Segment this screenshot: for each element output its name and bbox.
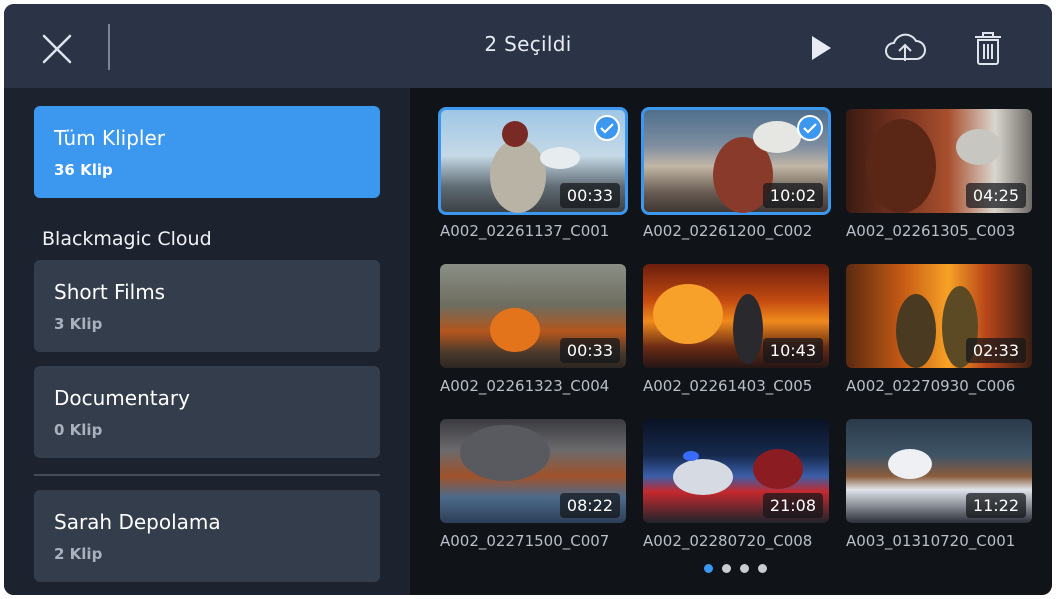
sidebar-item-count: 0 Klip xyxy=(54,421,103,439)
sidebar-item-label: Documentary xyxy=(54,386,190,410)
sidebar-item-count: 3 Klip xyxy=(54,315,103,333)
page-dot[interactable] xyxy=(704,564,713,573)
clip-thumbnail: 21:08 xyxy=(643,419,829,523)
sidebar-item-all-clips[interactable]: Tüm Klipler 36 Klip xyxy=(34,106,380,198)
clip-name: A003_01310720_C001 xyxy=(846,532,1016,550)
clip-duration: 02:33 xyxy=(965,338,1026,363)
clip-name: A002_02261137_C001 xyxy=(440,222,610,240)
sidebar-item-label: Sarah Depolama xyxy=(54,510,221,534)
trash-icon[interactable] xyxy=(968,26,1008,70)
clip-name: A002_02261403_C005 xyxy=(643,377,813,395)
page-dot[interactable] xyxy=(758,564,767,573)
clip-tile[interactable]: 00:33 A002_02261323_C004 xyxy=(440,264,626,395)
clip-tile[interactable]: 21:08 A002_02280720_C008 xyxy=(643,419,829,550)
play-icon[interactable] xyxy=(804,26,838,70)
clip-duration: 21:08 xyxy=(762,493,823,518)
clip-tile[interactable]: 10:43 A002_02261403_C005 xyxy=(643,264,829,395)
clip-tile[interactable]: 10:02 A002_02261200_C002 xyxy=(641,107,831,240)
clip-name: A002_02261305_C003 xyxy=(846,222,1016,240)
clip-tile[interactable]: 11:22 A003_01310720_C001 xyxy=(846,419,1032,550)
clip-thumbnail: 08:22 xyxy=(440,419,626,523)
clip-tile[interactable]: 04:25 A002_02261305_C003 xyxy=(846,109,1032,240)
cloud-upload-icon[interactable] xyxy=(880,26,930,70)
sidebar-item-count: 2 Klip xyxy=(54,545,103,563)
clip-thumbnail: 10:02 xyxy=(641,107,831,215)
clip-thumbnail: 02:33 xyxy=(846,264,1032,368)
sidebar-item-sarah-storage[interactable]: Sarah Depolama 2 Klip xyxy=(34,490,380,582)
checkmark-icon xyxy=(594,115,620,141)
clip-thumbnail: 04:25 xyxy=(846,109,1032,213)
clip-tile[interactable]: 02:33 A002_02270930_C006 xyxy=(846,264,1032,395)
clip-duration: 10:02 xyxy=(762,183,823,208)
clip-name: A002_02270930_C006 xyxy=(846,377,1016,395)
sidebar-item-count: 36 Klip xyxy=(54,161,113,179)
section-heading-cloud: Blackmagic Cloud xyxy=(42,228,212,250)
sidebar-item-label: Short Films xyxy=(54,280,166,304)
page-indicator xyxy=(704,564,767,573)
sidebar-item-short-films[interactable]: Short Films 3 Klip xyxy=(34,260,380,352)
clip-duration: 08:22 xyxy=(559,493,620,518)
clip-tile[interactable]: 00:33 A002_02261137_C001 xyxy=(438,107,628,240)
clip-name: A002_02261323_C004 xyxy=(440,377,610,395)
clip-name: A002_02280720_C008 xyxy=(643,532,813,550)
page-dot[interactable] xyxy=(740,564,749,573)
clip-duration: 00:33 xyxy=(559,183,620,208)
app-window: 2 Seçildi Tüm Klipler 36 Klip Blackmagic… xyxy=(4,4,1052,595)
clip-duration: 11:22 xyxy=(965,493,1026,518)
clip-thumbnail: 10:43 xyxy=(643,264,829,368)
clip-thumbnail: 00:33 xyxy=(440,264,626,368)
clip-duration: 10:43 xyxy=(762,338,823,363)
checkmark-icon xyxy=(797,115,823,141)
top-bar: 2 Seçildi xyxy=(4,4,1052,88)
clip-duration: 00:33 xyxy=(559,338,620,363)
clip-duration: 04:25 xyxy=(965,183,1026,208)
clip-thumbnail: 00:33 xyxy=(438,107,628,215)
sidebar-item-label: Tüm Klipler xyxy=(54,126,165,150)
clip-name: A002_02271500_C007 xyxy=(440,532,610,550)
sidebar: Tüm Klipler 36 Klip Blackmagic Cloud Sho… xyxy=(4,88,410,595)
sidebar-item-documentary[interactable]: Documentary 0 Klip xyxy=(34,366,380,458)
clip-name: A002_02261200_C002 xyxy=(643,222,813,240)
clip-thumbnail: 11:22 xyxy=(846,419,1032,523)
clip-tile[interactable]: 08:22 A002_02271500_C007 xyxy=(440,419,626,550)
clip-grid: 00:33 A002_02261137_C001 10:02 A002_0226… xyxy=(410,88,1052,595)
page-dot[interactable] xyxy=(722,564,731,573)
sidebar-divider xyxy=(34,474,380,476)
